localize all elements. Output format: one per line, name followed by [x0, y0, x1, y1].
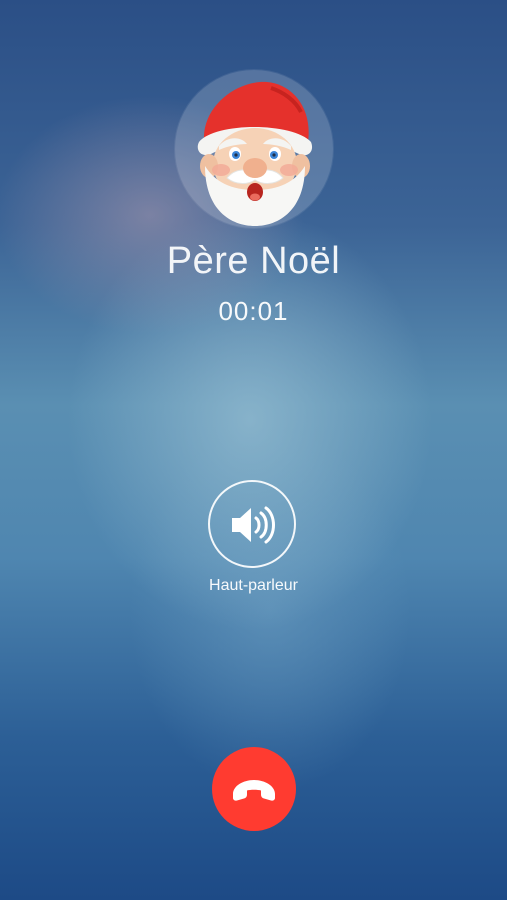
- phone-hangup-icon: [233, 780, 275, 801]
- call-timer: 00:01: [218, 296, 289, 326]
- call-screen: Père Noël 00:01 Haut-parleur: [0, 0, 507, 900]
- santa-claus-icon: [197, 81, 313, 226]
- contact-avatar: [175, 70, 333, 228]
- end-call-button[interactable]: [212, 747, 296, 831]
- speaker-label: Haut-parleur: [209, 577, 298, 594]
- speaker-icon: [232, 506, 275, 544]
- contact-name: Père Noël: [166, 240, 341, 282]
- speaker-button[interactable]: [208, 480, 296, 568]
